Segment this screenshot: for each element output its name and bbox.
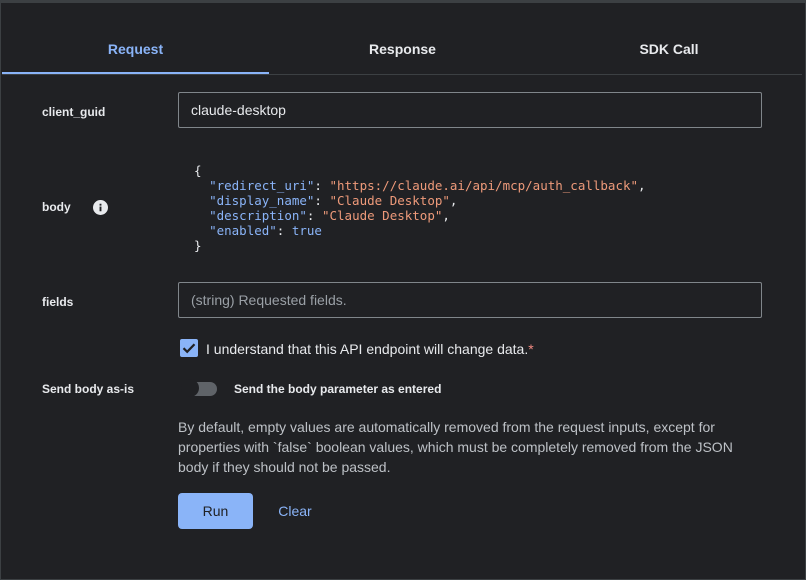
send-body-as-is-toggle-label: Send the body parameter as entered — [234, 382, 442, 396]
empty-values-help-text: By default, empty values are automatical… — [178, 419, 733, 475]
clear-button[interactable]: Clear — [268, 493, 322, 529]
fields-label: fields — [42, 295, 74, 309]
confirm-label: I understand that this API endpoint will… — [206, 341, 534, 357]
tab-response[interactable]: Response — [269, 28, 536, 72]
confirm-checkbox[interactable] — [180, 339, 198, 357]
send-body-as-is-label: Send body as-is — [42, 382, 135, 396]
json-key: "description" — [209, 208, 307, 223]
api-explorer-panel: Request Response SDK Call client_guid bo… — [0, 0, 806, 580]
active-tab-indicator — [2, 72, 269, 74]
client-guid-label: client_guid — [42, 105, 106, 119]
tab-bar: Request Response SDK Call — [2, 28, 802, 75]
body-json-editor[interactable]: { "redirect_uri": "https://claude.ai/api… — [194, 163, 646, 253]
body-label: body — [42, 200, 71, 214]
json-key: "display_name" — [209, 193, 315, 208]
client-guid-input[interactable] — [178, 92, 762, 128]
checkmark-icon — [182, 343, 196, 354]
required-marker: * — [528, 341, 534, 357]
json-key: "redirect_uri" — [209, 178, 315, 193]
run-button[interactable]: Run — [178, 493, 253, 529]
send-body-as-is-toggle[interactable] — [181, 379, 217, 397]
info-icon[interactable] — [93, 200, 108, 215]
confirm-label-text: I understand that this API endpoint will… — [206, 341, 529, 357]
json-key: "enabled" — [209, 223, 277, 238]
tab-sdk-call[interactable]: SDK Call — [536, 28, 802, 72]
json-string-value: "Claude Desktop" — [321, 208, 443, 223]
tab-request[interactable]: Request — [2, 28, 269, 72]
json-string-value: "Claude Desktop" — [329, 193, 450, 208]
fields-input[interactable] — [178, 282, 762, 318]
json-boolean-value: true — [291, 223, 322, 238]
json-string-value: "https://claude.ai/api/mcp/auth_callback… — [329, 178, 639, 193]
toggle-thumb — [181, 379, 199, 397]
